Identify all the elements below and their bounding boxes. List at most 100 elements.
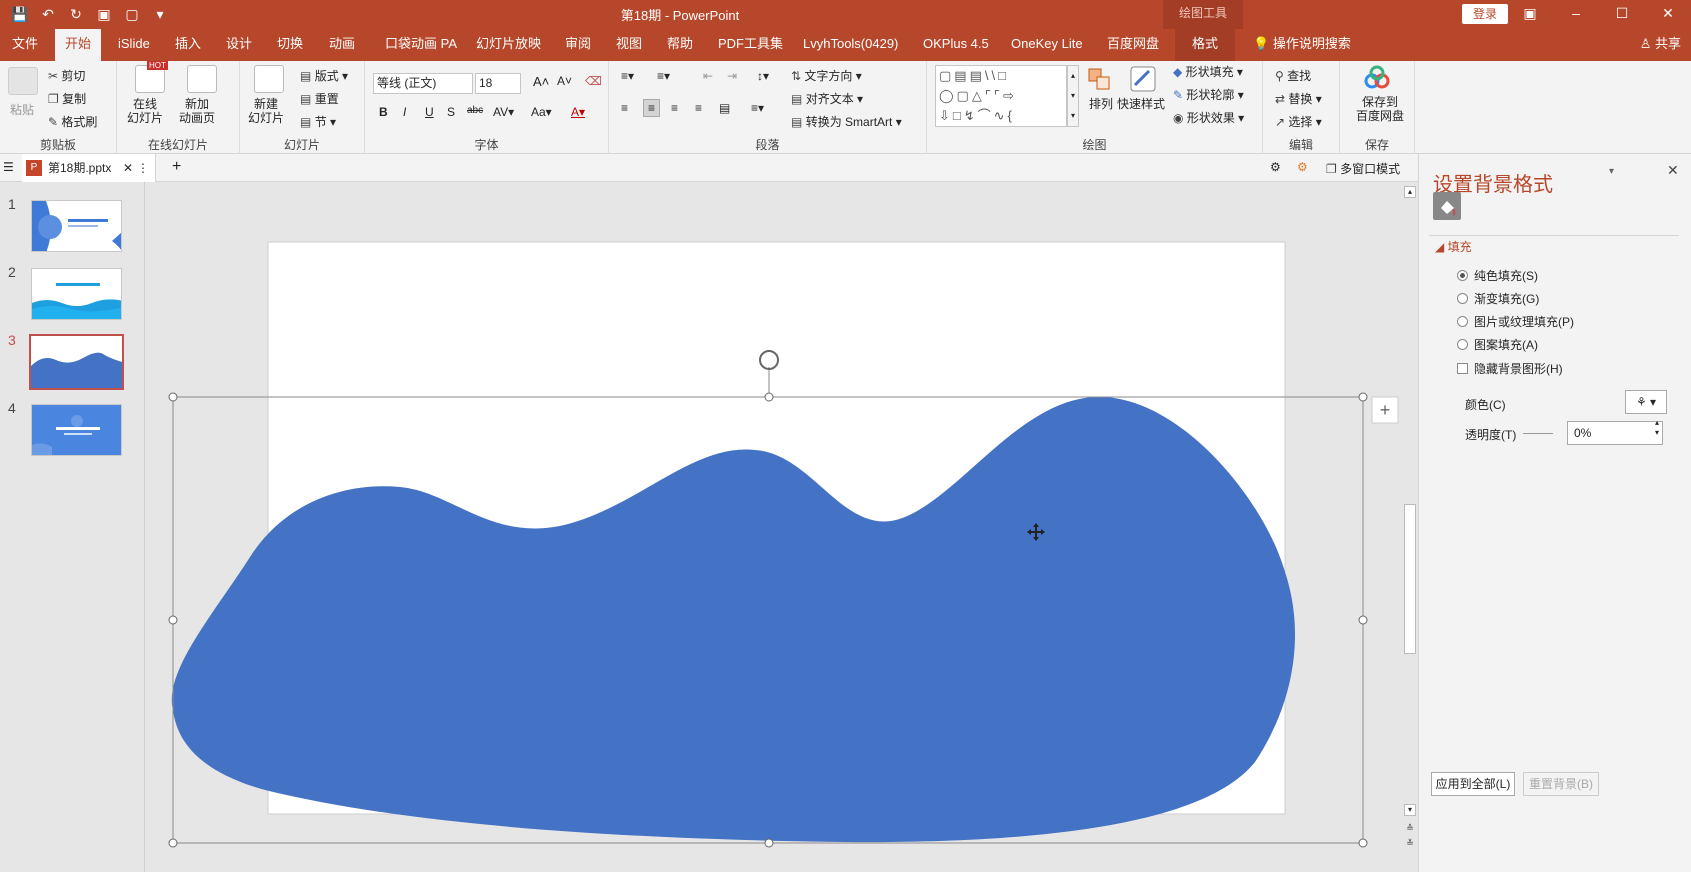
- text-direction-button[interactable]: ⇅ 文字方向 ▾: [791, 67, 862, 84]
- align-left-icon[interactable]: ≡: [621, 101, 628, 115]
- columns-icon[interactable]: ≡▾: [751, 101, 764, 115]
- tab-insert[interactable]: 插入: [165, 29, 211, 61]
- tell-me-search[interactable]: 💡 操作说明搜索: [1243, 29, 1361, 61]
- settings-icon[interactable]: ⚙: [1297, 160, 1308, 174]
- increase-font-icon[interactable]: A˄: [533, 74, 549, 89]
- pattern-fill-radio[interactable]: 图案填充(A): [1457, 336, 1538, 353]
- shape-effects-button[interactable]: ◉ 形状效果 ▾: [1173, 109, 1244, 126]
- tab-lvyhtools[interactable]: LvyhTools(0429): [793, 29, 908, 61]
- underline-icon[interactable]: U: [425, 105, 434, 119]
- spinner-icon[interactable]: ▴ ▾: [1655, 418, 1659, 438]
- tab-transitions[interactable]: 切换: [267, 29, 313, 61]
- shapes-gallery[interactable]: ▢▤▤\\□ ◯▢△⌜⌜⇨ ⇩□↯⌒∿{: [935, 65, 1067, 127]
- layout-button[interactable]: ▤ 版式 ▾: [300, 67, 348, 84]
- spacing-icon[interactable]: AV▾: [493, 105, 514, 119]
- strikethrough-icon[interactable]: abc: [467, 105, 483, 116]
- resize-handle[interactable]: [764, 838, 774, 848]
- select-button[interactable]: ↗ 选择 ▾: [1275, 113, 1322, 130]
- new-slide-button[interactable]: 新建 幻灯片: [248, 97, 284, 125]
- reset-button[interactable]: ▤ 重置: [300, 90, 339, 107]
- tab-pocket-anim[interactable]: 口袋动画 PA: [375, 29, 467, 61]
- online-slides-button[interactable]: 在线 幻灯片: [127, 97, 163, 125]
- share-button[interactable]: ♙ 共享: [1640, 29, 1681, 59]
- tab-home[interactable]: 开始: [55, 29, 102, 61]
- hide-background-checkbox[interactable]: 隐藏背景图形(H): [1457, 360, 1563, 377]
- solid-fill-radio[interactable]: 纯色填充(S): [1457, 267, 1538, 284]
- slide-thumbnail-2[interactable]: [31, 268, 122, 320]
- color-picker-button[interactable]: ⚘ ▾: [1625, 390, 1667, 414]
- quick-styles-button[interactable]: 快速样式: [1117, 95, 1165, 112]
- tab-format[interactable]: 格式: [1175, 29, 1235, 61]
- paste-icon[interactable]: [8, 67, 38, 95]
- scroll-up-icon[interactable]: ▴: [1404, 186, 1416, 198]
- shape-fill-button[interactable]: ◆ 形状填充 ▾: [1173, 63, 1243, 80]
- quick-styles-icon[interactable]: [1127, 63, 1159, 93]
- document-tab[interactable]: P 第18期.pptx ✕ ⋮: [22, 154, 156, 182]
- increase-indent-icon[interactable]: ⇥: [727, 69, 737, 83]
- add-tab-icon[interactable]: +: [172, 158, 181, 176]
- login-button[interactable]: 登录: [1462, 4, 1508, 24]
- arrange-button[interactable]: 排列: [1089, 95, 1113, 112]
- paste-button[interactable]: 粘贴: [10, 101, 34, 118]
- transparency-slider[interactable]: [1523, 433, 1553, 434]
- resize-handle[interactable]: [1358, 392, 1368, 402]
- close-icon[interactable]: ✕: [1645, 0, 1691, 29]
- tab-pdf-tools[interactable]: PDF工具集: [708, 29, 793, 61]
- distribute-icon[interactable]: ▤: [719, 101, 730, 115]
- fill-section-header[interactable]: ◢ 填充: [1435, 238, 1472, 255]
- clear-format-icon[interactable]: ⌫: [585, 74, 602, 88]
- align-right-icon[interactable]: ≡: [671, 101, 678, 115]
- save-to-baidu-button[interactable]: 保存到 百度网盘: [1356, 95, 1404, 123]
- numbering-icon[interactable]: ≡▾: [657, 69, 670, 83]
- slide-thumbnail-4[interactable]: [31, 404, 122, 456]
- gradient-fill-radio[interactable]: 渐变填充(G): [1457, 290, 1539, 307]
- new-anim-icon[interactable]: [187, 65, 217, 93]
- maximize-icon[interactable]: ☐: [1599, 0, 1645, 29]
- bold-icon[interactable]: B: [379, 105, 388, 119]
- slide-thumbnail-1[interactable]: [31, 200, 122, 252]
- tab-review[interactable]: 审阅: [555, 29, 601, 61]
- cut-button[interactable]: ✂ 剪切: [48, 67, 85, 84]
- italic-icon[interactable]: I: [403, 105, 406, 119]
- fill-category-icon[interactable]: [1433, 192, 1461, 220]
- resize-handle[interactable]: [168, 838, 178, 848]
- replace-button[interactable]: ⇄ 替换 ▾: [1275, 90, 1322, 107]
- decrease-font-icon[interactable]: A˅: [557, 74, 572, 88]
- tab-onekey[interactable]: OneKey Lite: [1001, 29, 1093, 61]
- font-size-select[interactable]: 18: [475, 73, 521, 94]
- shapes-gallery-scroll[interactable]: ▴ ▾ ▾: [1067, 65, 1079, 127]
- find-button[interactable]: ⚲ 查找: [1275, 67, 1311, 84]
- ribbon-display-icon[interactable]: ▣: [1507, 0, 1553, 29]
- resize-handle[interactable]: [764, 392, 774, 402]
- tab-slideshow[interactable]: 幻灯片放映: [466, 29, 551, 61]
- resize-handle[interactable]: [1358, 838, 1368, 848]
- copy-button[interactable]: ❐ 复制: [48, 90, 86, 107]
- shadow-icon[interactable]: S: [447, 105, 455, 119]
- font-color-icon[interactable]: A▾: [571, 105, 585, 119]
- new-slide-icon[interactable]: [254, 65, 284, 93]
- close-tab-icon[interactable]: ✕: [123, 154, 133, 182]
- line-spacing-icon[interactable]: ↕▾: [757, 69, 769, 83]
- format-painter-button[interactable]: ✎ 格式刷: [48, 113, 97, 130]
- minimize-icon[interactable]: –: [1553, 0, 1599, 29]
- new-anim-button[interactable]: 新加 动画页: [179, 97, 215, 125]
- tab-help[interactable]: 帮助: [657, 29, 703, 61]
- slide-canvas[interactable]: +: [145, 182, 1402, 872]
- pane-options-icon[interactable]: ▾: [1609, 166, 1614, 177]
- shape-outline-button[interactable]: ✎ 形状轮廓 ▾: [1173, 86, 1244, 103]
- arrange-icon[interactable]: [1085, 65, 1115, 93]
- tab-okplus[interactable]: OKPlus 4.5: [913, 29, 999, 61]
- tab-file[interactable]: 文件: [2, 29, 48, 61]
- transparency-input[interactable]: 0% ▴ ▾: [1567, 418, 1663, 445]
- tab-design[interactable]: 设计: [216, 29, 262, 61]
- bullets-icon[interactable]: ≡▾: [621, 69, 634, 83]
- pin-icon[interactable]: ⚙: [1270, 160, 1281, 174]
- apply-to-all-button[interactable]: 应用到全部(L): [1431, 772, 1515, 796]
- resize-handle[interactable]: [168, 615, 178, 625]
- multiwindow-button[interactable]: ❐ 多窗口模式: [1326, 160, 1400, 177]
- next-slide-icon[interactable]: ≚: [1404, 837, 1416, 849]
- baidu-cloud-icon[interactable]: [1362, 65, 1392, 93]
- change-case-icon[interactable]: Aa▾: [531, 105, 552, 119]
- tab-menu-icon[interactable]: ⋮: [137, 154, 149, 182]
- vertical-scrollbar[interactable]: ▴ ▾ ≙ ≚: [1402, 182, 1418, 872]
